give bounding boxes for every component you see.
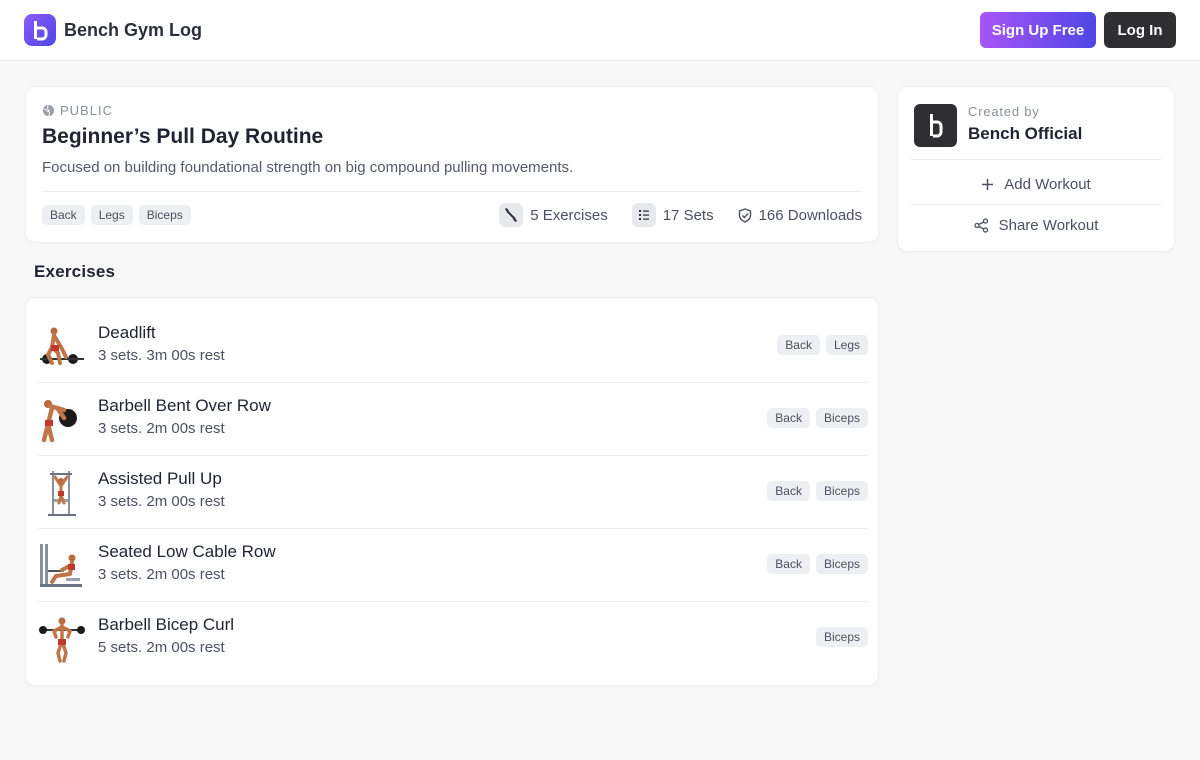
dumbbell-icon — [499, 203, 524, 227]
exercise-row[interactable]: Barbell Bicep Curl 5 sets. 2m 00s rest B… — [38, 602, 868, 675]
tag-legs: Legs — [825, 335, 868, 355]
visibility-indicator: PUBLIC — [42, 103, 113, 118]
exercise-meta: 5 sets. 2m 00s rest — [98, 639, 225, 656]
sets-count: 17 Sets — [662, 206, 714, 224]
barbell-bicep-curl-image — [39, 617, 85, 663]
shield-check-icon — [738, 207, 751, 223]
tag-legs: Legs — [90, 205, 133, 225]
exercises-heading: Exercises — [34, 262, 116, 281]
barbell-bent-over-row-image — [41, 400, 77, 443]
exercise-tags: Back Biceps — [767, 408, 868, 428]
divider — [911, 159, 1161, 160]
created-by-label: Created by — [968, 104, 1040, 119]
tag-biceps: Biceps — [815, 627, 868, 647]
list-icon — [631, 203, 656, 227]
share-workout-label: Share Workout — [998, 216, 1099, 234]
brand[interactable]: Bench Gym Log — [24, 14, 202, 46]
seated-low-cable-row-image — [40, 544, 82, 587]
assisted-pull-up-image — [48, 471, 76, 516]
log-in-button[interactable]: Log In — [1104, 12, 1176, 48]
share-icon — [973, 217, 988, 233]
exercise-meta: 3 sets. 2m 00s rest — [98, 420, 225, 437]
deadlift-image — [40, 327, 84, 365]
exercise-meta: 3 sets. 2m 00s rest — [98, 566, 225, 583]
visibility-label: PUBLIC — [60, 103, 113, 118]
brand-name: Bench Gym Log — [64, 19, 203, 40]
tag-biceps: Biceps — [815, 554, 868, 574]
downloads-count: 166 Downloads — [758, 206, 862, 224]
tag-biceps: Biceps — [138, 205, 191, 225]
exercise-tags: Back Biceps — [767, 554, 868, 574]
exercise-tags: Back Legs — [777, 335, 868, 355]
exercise-meta: 3 sets. 2m 00s rest — [98, 493, 225, 510]
sign-up-button[interactable]: Sign Up Free — [980, 12, 1096, 48]
routine-tags: Back Legs Biceps — [42, 205, 191, 225]
globe-icon — [42, 104, 55, 117]
routine-info-card: PUBLIC Beginner’s Pull Day Routine Focus… — [25, 86, 879, 243]
tag-back: Back — [767, 554, 810, 574]
tag-back: Back — [42, 205, 85, 225]
add-workout-button[interactable]: Add Workout — [911, 164, 1161, 204]
tag-biceps: Biceps — [815, 481, 868, 501]
tag-back: Back — [767, 481, 810, 501]
tag-biceps: Biceps — [815, 408, 868, 428]
plus-icon — [982, 178, 994, 190]
exercise-row[interactable]: Barbell Bent Over Row 3 sets. 2m 00s res… — [38, 383, 868, 456]
divider — [42, 191, 862, 192]
exercise-name[interactable]: Barbell Bent Over Row — [98, 396, 271, 416]
tag-back: Back — [767, 408, 810, 428]
routine-stats: 5 Exercises 17 Sets 166 Downloads — [499, 203, 862, 227]
exercises-count-stat: 5 Exercises — [499, 203, 608, 227]
exercise-row[interactable]: Seated Low Cable Row 3 sets. 2m 00s rest… — [38, 529, 868, 602]
creator-name[interactable]: Bench Official — [968, 124, 1082, 144]
exercise-name[interactable]: Seated Low Cable Row — [98, 542, 276, 562]
exercise-tags: Biceps — [815, 627, 868, 647]
exercise-name[interactable]: Barbell Bicep Curl — [98, 615, 234, 635]
bench-logo-icon — [914, 104, 957, 147]
exercise-tags: Back Biceps — [767, 481, 868, 501]
add-workout-label: Add Workout — [1004, 175, 1091, 193]
routine-title: Beginner’s Pull Day Routine — [42, 125, 324, 148]
exercise-name[interactable]: Deadlift — [98, 323, 156, 343]
exercise-row[interactable]: Assisted Pull Up 3 sets. 2m 00s rest Bac… — [38, 456, 868, 529]
routine-description: Focused on building foundational strengt… — [42, 159, 574, 176]
sets-count-stat: 17 Sets — [631, 203, 714, 227]
tag-back: Back — [777, 335, 820, 355]
exercise-row[interactable]: Deadlift 3 sets. 3m 00s rest Back Legs — [38, 310, 868, 383]
creator-card: Created by Bench Official Add Workout Sh… — [897, 86, 1175, 252]
bench-logo-icon — [24, 14, 56, 46]
exercise-name[interactable]: Assisted Pull Up — [98, 469, 222, 489]
exercise-list: Deadlift 3 sets. 3m 00s rest Back Legs B… — [25, 297, 879, 686]
share-workout-button[interactable]: Share Workout — [911, 205, 1161, 245]
exercise-meta: 3 sets. 3m 00s rest — [98, 347, 225, 364]
downloads-count-stat: 166 Downloads — [738, 207, 862, 224]
exercises-count: 5 Exercises — [530, 206, 608, 224]
top-navigation-bar: Bench Gym Log Sign Up Free Log In — [0, 0, 1200, 61]
